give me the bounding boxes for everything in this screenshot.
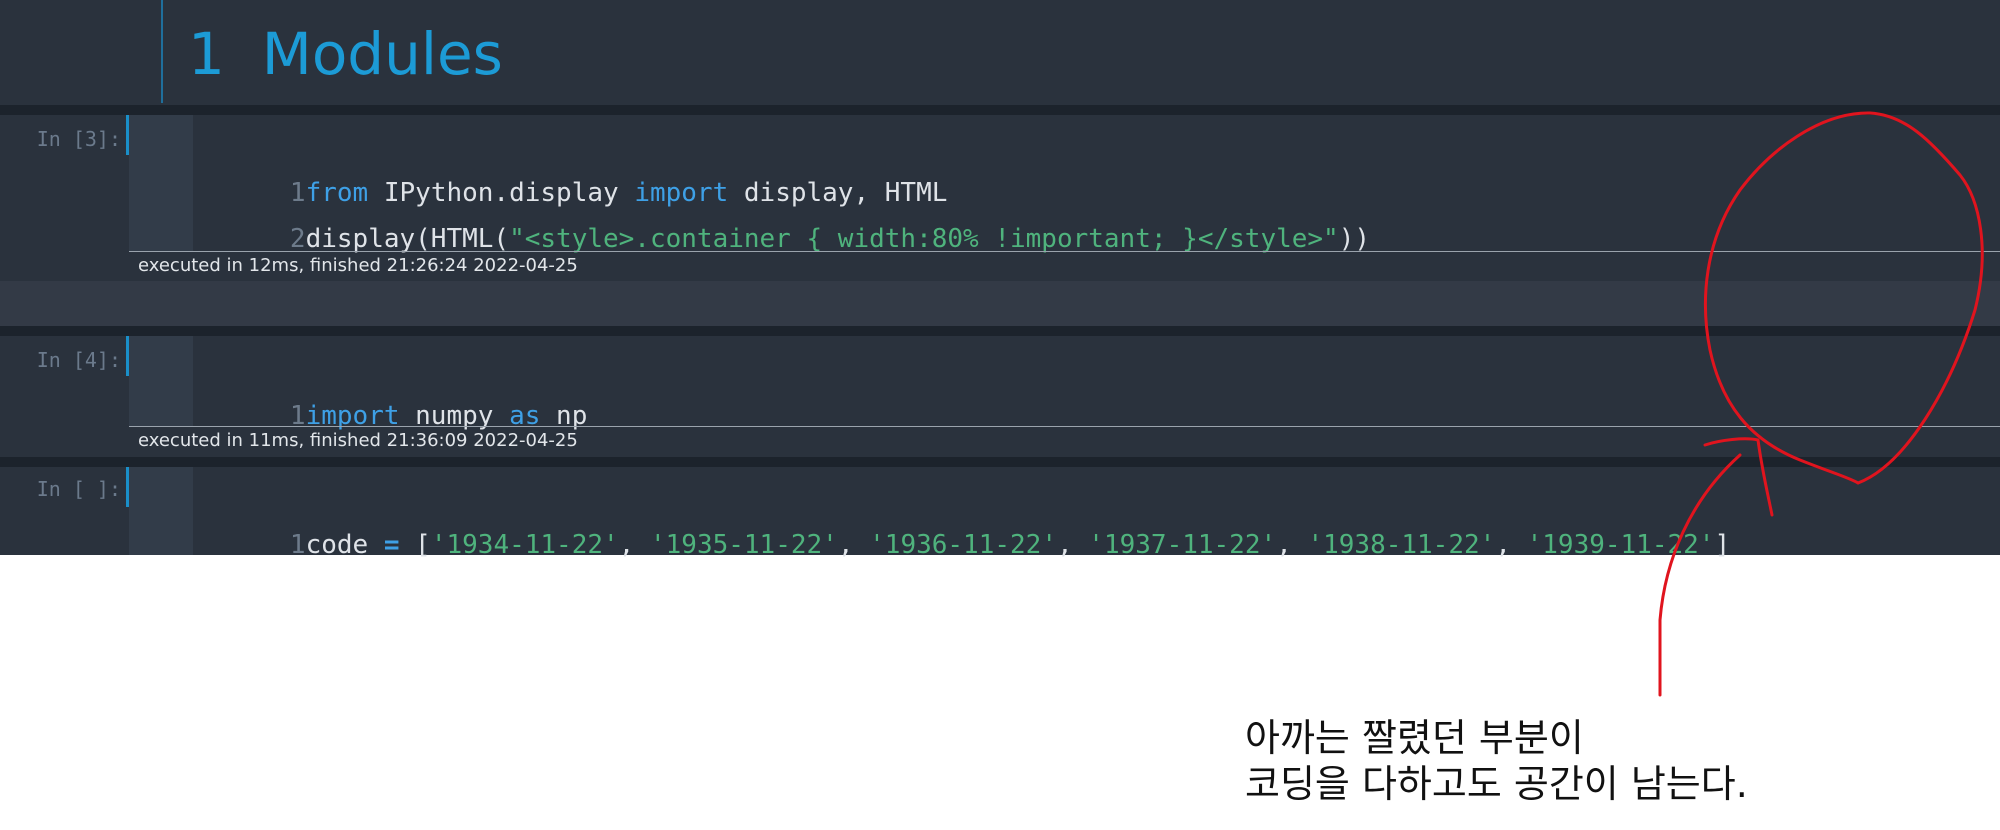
red-ink-annotation <box>1658 111 1984 697</box>
ink-arrow-head <box>1703 437 1774 517</box>
annotation-line-1: 아까는 짤렸던 부분이 <box>1245 716 1584 760</box>
ink-circle <box>1703 111 1984 485</box>
ink-arrow-stem <box>1658 453 1742 697</box>
annotation-line-2: 코딩을 다하고도 공간이 남는다. <box>1245 762 1748 806</box>
annotation-text: 아까는 짤렸던 부분이 코딩을 다하고도 공간이 남는다. <box>1245 715 1748 807</box>
